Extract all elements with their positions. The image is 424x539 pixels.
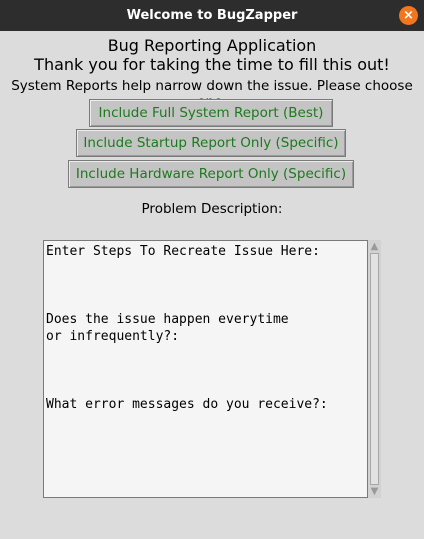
problem-description-label: Problem Description: xyxy=(141,201,283,217)
scroll-down-arrow-icon[interactable]: ▼ xyxy=(369,486,380,497)
app-title: Bug Reporting Application xyxy=(107,36,317,55)
scrollbar-thumb[interactable] xyxy=(370,253,379,485)
hardware-report-button[interactable]: Include Hardware Report Only (Specific) xyxy=(68,160,354,188)
thanks-message: Thank you for taking the time to fill th… xyxy=(34,55,390,74)
window-title: Welcome to BugZapper xyxy=(126,8,298,23)
problem-description-textarea[interactable]: Enter Steps To Recreate Issue Here: Does… xyxy=(43,240,368,498)
startup-report-button[interactable]: Include Startup Report Only (Specific) xyxy=(76,129,346,157)
textarea-scrollbar[interactable]: ▲ ▼ xyxy=(368,240,381,498)
full-system-report-button[interactable]: Include Full System Report (Best) xyxy=(89,99,333,127)
close-icon[interactable]: × xyxy=(399,6,418,25)
scroll-up-arrow-icon[interactable]: ▲ xyxy=(369,241,380,252)
window-titlebar: Welcome to BugZapper × xyxy=(0,0,424,31)
